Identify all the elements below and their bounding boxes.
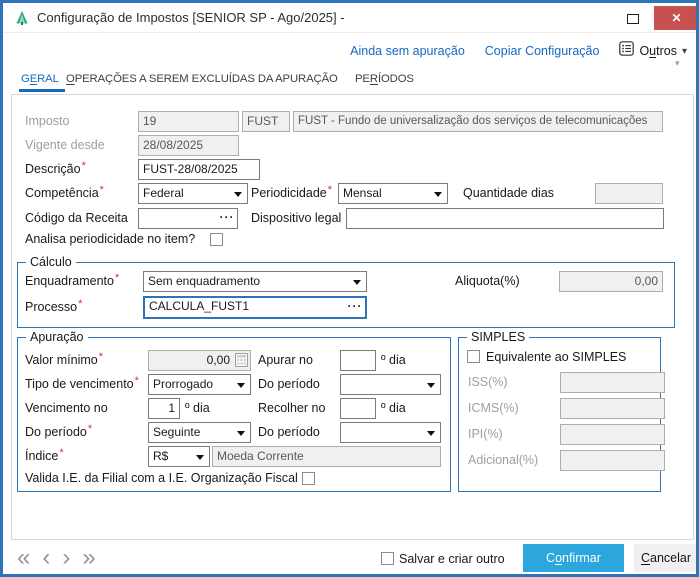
recolher-no-label: Recolher no <box>258 401 326 415</box>
calculator-icon[interactable] <box>235 353 248 372</box>
valor-minimo-label: Valor mínimo <box>25 353 103 367</box>
adicional-field <box>560 450 665 471</box>
apurar-no-label: Apurar no <box>258 353 313 367</box>
chevron-down-icon <box>353 280 361 285</box>
dispositivo-legal-label: Dispositivo legal <box>251 211 342 225</box>
descricao-input[interactable]: FUST-28/08/2025 <box>138 159 260 180</box>
imposto-sigla-field: FUST <box>242 111 290 132</box>
descricao-label: Descrição <box>25 162 86 176</box>
tab-periodos[interactable]: PERÍODOS <box>355 73 414 85</box>
nav-last-button[interactable]: » <box>82 546 95 570</box>
tab-operacoes-excluidas[interactable]: OPERAÇÕES A SEREM EXCLUÍDAS DA APURAÇÃO <box>66 73 338 85</box>
competencia-label: Competência <box>25 186 104 200</box>
salvar-criar-outro-label: Salvar e criar outro <box>399 552 505 566</box>
do-periodo-vencimento-select[interactable]: Seguinte <box>148 422 251 443</box>
imposto-nome-field: FUST - Fundo de universalização dos serv… <box>293 111 663 132</box>
indice-select[interactable]: R$ <box>148 446 210 467</box>
maximize-button[interactable] <box>627 14 639 24</box>
nav-next-button[interactable]: › <box>62 546 70 570</box>
aliquota-label: Aliquota(%) <box>455 274 520 288</box>
do-periodo-vencimento-label: Do período <box>25 425 92 439</box>
nav-previous-button[interactable]: ‹ <box>42 546 50 570</box>
outros-label: Outros <box>639 44 677 58</box>
nav-first-button[interactable]: « <box>17 546 30 570</box>
equivalente-simples-checkbox[interactable] <box>467 350 480 363</box>
enquadramento-label: Enquadramento <box>25 274 119 288</box>
calculo-group-title: Cálculo <box>26 255 76 269</box>
ellipsis-lookup-button[interactable] <box>219 209 235 228</box>
recolher-no-input[interactable] <box>340 398 376 419</box>
cancelar-button[interactable]: Cancelar <box>634 544 696 572</box>
do-periodo-apurar-select[interactable] <box>340 374 441 395</box>
chevron-down-icon <box>237 383 245 388</box>
active-tab-underline <box>19 89 65 92</box>
close-button[interactable]: ✕ <box>654 6 696 30</box>
apurar-no-input[interactable] <box>340 350 376 371</box>
iss-label: ISS(%) <box>468 375 508 389</box>
codigo-receita-label: Código da Receita <box>25 211 128 225</box>
indice-label: Índice <box>25 449 64 463</box>
adicional-label: Adicional(%) <box>468 453 539 467</box>
imposto-codigo-field: 19 <box>138 111 239 132</box>
chevron-down-icon <box>237 431 245 436</box>
equivalente-simples-label: Equivalente ao SIMPLES <box>486 350 627 364</box>
status-link-apuracao[interactable]: Ainda sem apuração <box>350 44 465 58</box>
ipi-label: IPI(%) <box>468 427 503 441</box>
chevron-down-icon <box>234 192 242 197</box>
list-icon <box>619 41 635 61</box>
enquadramento-select[interactable]: Sem enquadramento <box>143 271 367 292</box>
do-periodo-recolher-select[interactable] <box>340 422 441 443</box>
imposto-label: Imposto <box>25 114 70 128</box>
quantidade-dias-label: Quantidade dias <box>463 186 555 200</box>
valida-ie-label: Valida I.E. da Filial com a I.E. Organiz… <box>25 471 298 485</box>
confirmar-button[interactable]: Confirmar <box>523 544 624 572</box>
tipo-vencimento-select[interactable]: Prorrogado <box>148 374 251 395</box>
analisa-periodicidade-checkbox[interactable] <box>210 233 223 246</box>
chevron-down-icon <box>427 383 435 388</box>
record-navigation: « ‹ › » <box>17 546 96 570</box>
apurar-no-suffix: º dia <box>381 353 406 367</box>
do-periodo-apurar-label: Do período <box>258 377 320 391</box>
ellipsis-lookup-button[interactable] <box>347 298 363 317</box>
do-periodo-recolher-label: Do período <box>258 425 320 439</box>
salvar-criar-outro-checkbox[interactable] <box>381 552 394 565</box>
copy-config-link[interactable]: Copiar Configuração <box>485 44 600 58</box>
analisa-periodicidade-label: Analisa periodicidade no item? <box>25 232 196 246</box>
vigente-desde-label: Vigente desde <box>25 138 105 152</box>
periodicidade-select[interactable]: Mensal <box>338 183 448 204</box>
title-bar: Configuração de Impostos [SENIOR SP - Ag… <box>3 3 696 33</box>
processo-label: Processo <box>25 300 82 314</box>
competencia-select[interactable]: Federal <box>138 183 248 204</box>
collapse-arrow-icon[interactable]: ▾ <box>675 58 680 69</box>
chevron-down-icon <box>196 455 204 460</box>
iss-field <box>560 372 665 393</box>
recolher-no-suffix: º dia <box>381 401 406 415</box>
toolbar: Ainda sem apuração Copiar Configuração O… <box>3 39 687 63</box>
vencimento-no-input[interactable]: 1 <box>148 398 180 419</box>
indice-descricao-field: Moeda Corrente <box>212 446 441 467</box>
chevron-down-icon <box>434 192 442 197</box>
tab-geral[interactable]: GERAL <box>21 73 59 85</box>
window-title: Configuração de Impostos [SENIOR SP - Ag… <box>37 10 345 25</box>
aliquota-field: 0,00 <box>559 271 663 292</box>
simples-group-title: SIMPLES <box>467 330 530 344</box>
quantidade-dias-field <box>595 183 663 204</box>
dialog-window: Configuração de Impostos [SENIOR SP - Ag… <box>0 0 699 577</box>
apuracao-group-title: Apuração <box>26 330 88 344</box>
dispositivo-legal-input[interactable] <box>346 208 664 229</box>
valida-ie-checkbox[interactable] <box>302 472 315 485</box>
vencimento-no-suffix: º dia <box>185 401 210 415</box>
icms-label: ICMS(%) <box>468 401 519 415</box>
ipi-field <box>560 424 665 445</box>
icms-field <box>560 398 665 419</box>
periodicidade-label: Periodicidade <box>251 186 332 200</box>
processo-input[interactable]: CALCULA_FUST1 <box>143 296 367 319</box>
app-tree-icon <box>14 10 30 31</box>
codigo-receita-input[interactable] <box>138 208 238 229</box>
chevron-down-icon <box>427 431 435 436</box>
tipo-vencimento-label: Tipo de vencimento <box>25 377 139 391</box>
chevron-down-icon: ▾ <box>681 45 687 57</box>
vigente-desde-field: 28/08/2025 <box>138 135 239 156</box>
vencimento-no-label: Vencimento no <box>25 401 108 415</box>
